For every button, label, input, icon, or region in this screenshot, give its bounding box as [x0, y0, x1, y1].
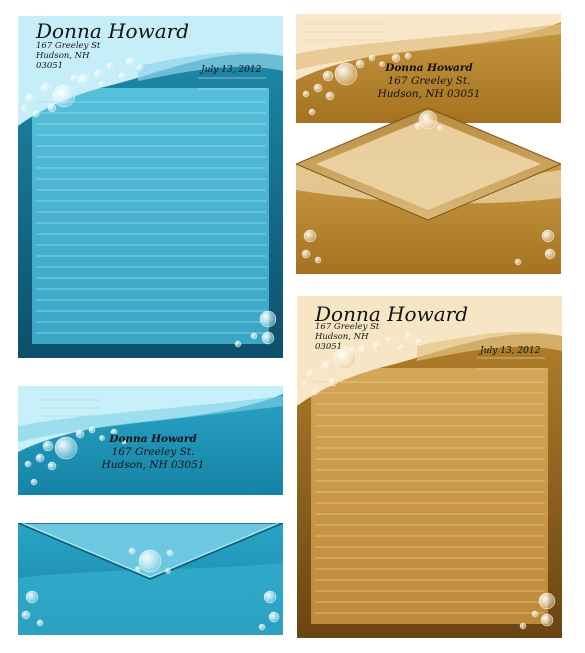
envelope-name: Donna Howard: [109, 433, 197, 445]
envelope-city: Hudson, NH 03051: [101, 459, 205, 471]
blue-envelope-back: [18, 523, 283, 635]
sender-zip: 03051: [36, 61, 64, 71]
gold-envelope-city: Hudson, NH 03051: [377, 88, 481, 100]
blue-envelope-back-art: [18, 523, 283, 635]
gold-envelope-address: Donna Howard 167 Greeley St. Hudson, NH …: [374, 62, 484, 101]
sender-name: Donna Howard: [36, 19, 190, 43]
gold-letter-date: July 13, 2012: [480, 346, 541, 356]
letter-date: July 13, 2012: [201, 65, 262, 75]
envelope-address: Donna Howard 167 Greeley St. Hudson, NH …: [98, 433, 208, 472]
gold-envelope-back-art: [296, 108, 561, 274]
envelope-street: 167 Greeley St.: [111, 446, 195, 458]
sender-city: Hudson, NH: [36, 51, 90, 61]
gold-sender-city: Hudson, NH: [315, 332, 369, 342]
sender-street: 167 Greeley St: [36, 41, 101, 51]
gold-envelope-street: 167 Greeley St.: [387, 75, 471, 87]
gold-envelope-front: Donna Howard 167 Greeley St. Hudson, NH …: [296, 14, 561, 123]
gold-sender-zip: 03051: [315, 342, 343, 352]
gold-letterhead: Donna Howard 167 Greeley St Hudson, NH 0…: [297, 296, 562, 638]
gold-envelope-back: [296, 108, 561, 274]
blue-envelope-front: Donna Howard 167 Greeley St. Hudson, NH …: [18, 386, 283, 495]
gold-envelope-name: Donna Howard: [385, 62, 473, 74]
blue-letterhead: Donna Howard 167 Greeley St Hudson, NH 0…: [18, 16, 283, 358]
gold-sender-street: 167 Greeley St: [315, 322, 380, 332]
